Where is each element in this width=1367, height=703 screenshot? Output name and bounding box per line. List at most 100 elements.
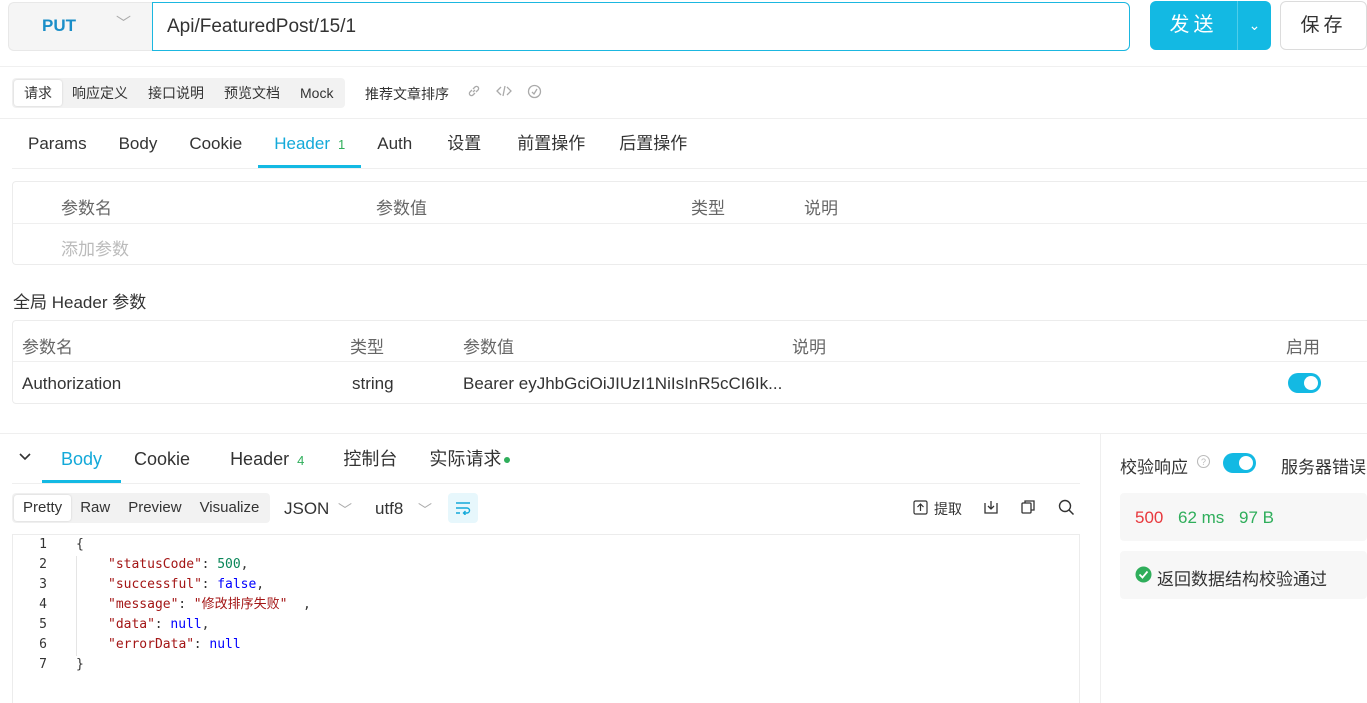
column-header: 类型	[350, 338, 384, 357]
line-number: 1	[39, 537, 47, 552]
status-dot-icon	[504, 457, 511, 464]
json-key: "successful"	[108, 577, 202, 592]
save-button[interactable]: 保存	[1280, 1, 1367, 50]
tab-settings[interactable]: 设置	[428, 120, 500, 168]
json-value: null	[170, 617, 202, 632]
json-value: null	[209, 637, 241, 652]
line-number: 7	[39, 657, 47, 672]
json-key: "data"	[108, 617, 155, 632]
divider	[13, 223, 1367, 224]
send-button[interactable]: 发送	[1150, 1, 1237, 50]
server-error-label: 服务器错误	[1281, 458, 1366, 477]
tab-pre-ops[interactable]: 前置操作	[500, 120, 602, 168]
format-raw[interactable]: Raw	[71, 495, 119, 521]
table-cell-type: string	[352, 374, 394, 393]
json-comma: ,	[240, 557, 249, 572]
json-comma: ,	[303, 597, 311, 612]
json-colon: :	[201, 557, 218, 572]
doc-tab-api-desc[interactable]: 接口说明	[138, 80, 214, 106]
column-header: 参数值	[463, 338, 514, 357]
tab-header[interactable]: Header 1	[258, 120, 362, 168]
doc-tab-request[interactable]: 请求	[14, 80, 62, 106]
json-value: 500	[217, 557, 241, 572]
tab-actual-request[interactable]: 实际请求	[409, 437, 530, 483]
status-code: 500	[1135, 508, 1164, 527]
column-header: 类型	[691, 199, 725, 218]
tab-label: Body	[61, 449, 103, 469]
format-visualize[interactable]: Visualize	[191, 495, 269, 521]
table-cell-value: Bearer eyJhbGciOiJIUzI1NiIsInR5cCI6Ik...	[463, 374, 783, 393]
url-input[interactable]	[152, 2, 1130, 51]
help-icon: ?	[1196, 454, 1211, 474]
extract-button[interactable]: 提取	[934, 499, 962, 519]
code-icon[interactable]	[496, 84, 512, 101]
doc-tab-response-def[interactable]: 响应定义	[62, 80, 138, 106]
extract-icon	[913, 500, 928, 520]
json-colon: :	[154, 617, 171, 632]
request-tabs: Params Body Cookie Header 1 Auth 设置 前置操作 …	[12, 120, 704, 168]
tab-auth[interactable]: Auth	[361, 120, 428, 168]
line-number: 3	[39, 577, 47, 592]
wrap-icon	[456, 502, 471, 516]
count-badge: 4	[297, 453, 305, 468]
tab-resp-body[interactable]: Body	[42, 437, 122, 483]
line-number: 2	[39, 557, 47, 572]
tab-label: Cookie	[189, 134, 243, 153]
divider	[12, 483, 1080, 484]
search-icon[interactable]	[1058, 499, 1075, 521]
tab-post-ops[interactable]: 后置操作	[602, 120, 704, 168]
tab-params[interactable]: Params	[12, 120, 103, 168]
chevron-down-icon: ﹀	[418, 502, 432, 518]
api-name: 推荐文章排序	[365, 86, 449, 102]
tab-label: 实际请求	[429, 449, 502, 469]
collapse-chevron-icon[interactable]	[18, 450, 32, 467]
json-brace: {	[76, 537, 84, 552]
chevron-down-icon: ﹀	[116, 15, 132, 32]
table-cell-name: Authorization	[22, 374, 122, 393]
column-header: 参数值	[376, 199, 427, 218]
column-header: 参数名	[61, 199, 112, 218]
chevron-down-icon: ⌄	[1248, 17, 1261, 33]
tab-label: Header	[274, 134, 331, 153]
column-header: 启用	[1286, 338, 1320, 357]
encoding-select[interactable]: utf8	[375, 499, 403, 519]
tab-label: 控制台	[343, 449, 398, 469]
format-preview[interactable]: Preview	[119, 495, 190, 521]
json-colon: :	[201, 577, 218, 592]
svg-text:?: ?	[1201, 457, 1206, 467]
download-icon[interactable]	[983, 499, 999, 520]
divider	[13, 361, 1367, 362]
line-number: 6	[39, 637, 47, 652]
tab-label: 前置操作	[517, 134, 586, 153]
json-value: "修改排序失败"	[193, 597, 288, 612]
link-icon[interactable]	[467, 84, 481, 101]
tab-label: 设置	[447, 134, 482, 153]
validate-toggle[interactable]	[1223, 453, 1256, 473]
json-key: "statusCode"	[108, 557, 202, 572]
tab-resp-header[interactable]: Header 4	[203, 437, 331, 483]
column-header: 说明	[792, 338, 826, 357]
doc-tab-preview-doc[interactable]: 预览文档	[214, 80, 290, 106]
indent-guide	[76, 556, 77, 656]
format-pretty[interactable]: Pretty	[14, 495, 72, 521]
format-tabs: Pretty Raw Preview Visualize	[12, 493, 271, 523]
format-select[interactable]: JSON	[284, 499, 329, 519]
line-number: 5	[39, 617, 47, 632]
section-title: 全局 Header 参数	[13, 293, 147, 312]
tab-console[interactable]: 控制台	[331, 437, 409, 483]
tab-cookie[interactable]: Cookie	[173, 120, 258, 168]
response-time: 62 ms	[1178, 508, 1225, 527]
tab-body[interactable]: Body	[103, 120, 174, 168]
validate-response-label: 校验响应	[1120, 458, 1188, 477]
line-number: 4	[39, 597, 47, 612]
doc-tab-mock[interactable]: Mock	[290, 80, 343, 106]
copy-icon[interactable]	[1020, 499, 1036, 520]
word-wrap-button[interactable]	[448, 493, 478, 523]
doc-tabs: 请求 响应定义 接口说明 预览文档 Mock	[12, 78, 346, 108]
check-circle-icon	[1135, 566, 1152, 588]
tab-resp-cookie[interactable]: Cookie	[121, 437, 203, 483]
enable-toggle[interactable]	[1288, 373, 1321, 393]
send-dropdown-button[interactable]: ⌄	[1237, 1, 1271, 50]
history-icon[interactable]	[527, 84, 542, 102]
add-param-input[interactable]: 添加参数	[61, 235, 129, 260]
